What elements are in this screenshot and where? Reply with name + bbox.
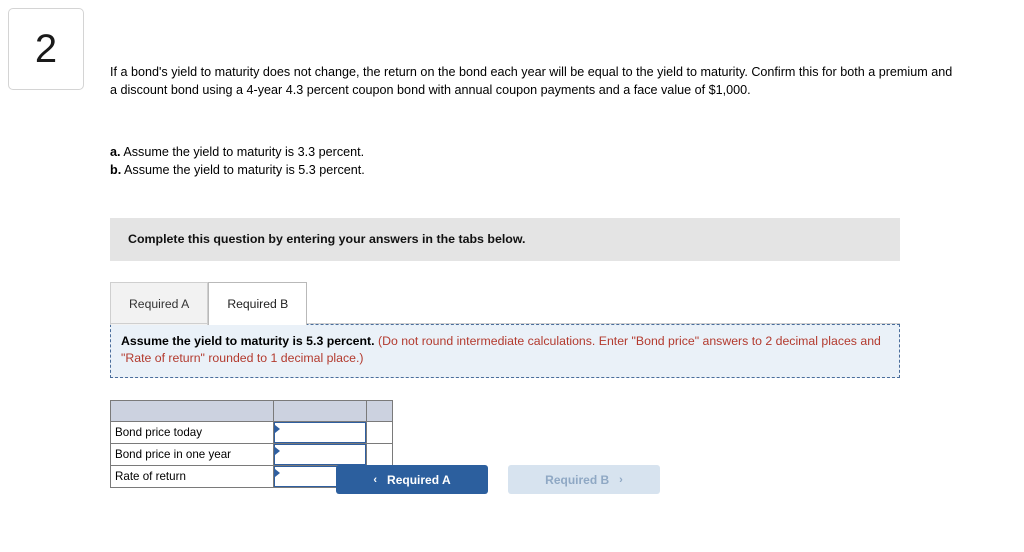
- navigation-buttons: ‹ Required A Required B ›: [336, 465, 660, 494]
- tab-required-a-label: Required A: [129, 296, 190, 311]
- callout-instructions: Assume the yield to maturity is 5.3 perc…: [110, 323, 900, 379]
- row-label-rate-of-return: Rate of return: [110, 465, 274, 489]
- table-row: Bond price in one year: [110, 443, 393, 467]
- question-number: 2: [34, 27, 58, 71]
- required-a-nav-label: Required A: [387, 472, 451, 487]
- table-header-unit: [366, 400, 393, 423]
- row-label-bond-price-today: Bond price today: [110, 421, 274, 445]
- required-b-nav-button[interactable]: Required B ›: [508, 465, 660, 494]
- question-number-box: 2: [8, 8, 84, 90]
- chevron-left-icon: ‹: [373, 473, 378, 486]
- question-prompt: If a bond's yield to maturity does not c…: [110, 65, 953, 97]
- part-b-label: b.: [110, 162, 122, 177]
- part-b-text: Assume the yield to maturity is 5.3 perc…: [124, 162, 365, 177]
- tab-required-b-label: Required B: [227, 296, 289, 311]
- tab-required-b[interactable]: Required B: [208, 281, 308, 325]
- table-header-label: [110, 400, 274, 423]
- table-header-input: [273, 400, 367, 423]
- instruction-bar-text: Complete this question by entering your …: [128, 232, 526, 246]
- chevron-right-icon: ›: [619, 473, 623, 486]
- question-part-a: a. Assume the yield to maturity is 3.3 p…: [110, 144, 1010, 162]
- table-header-row: [110, 400, 393, 423]
- question-parts: a. Assume the yield to maturity is 3.3 p…: [110, 144, 1010, 180]
- question-part-b: b. Assume the yield to maturity is 5.3 p…: [110, 162, 1010, 180]
- required-b-nav-label: Required B: [545, 472, 610, 487]
- tab-required-a[interactable]: Required A: [110, 281, 209, 325]
- row-label-bond-price-in-one-year: Bond price in one year: [110, 443, 274, 467]
- input-cell-bond-price-in-one-year[interactable]: [273, 443, 367, 467]
- row-unit-bond-price-today: [366, 421, 393, 445]
- callout-bold-text: Assume the yield to maturity is 5.3 perc…: [121, 333, 375, 348]
- input-cell-bond-price-today[interactable]: [273, 421, 367, 445]
- table-row: Bond price today: [110, 421, 393, 445]
- instruction-bar: Complete this question by entering your …: [110, 217, 900, 261]
- required-a-nav-button[interactable]: ‹ Required A: [336, 465, 488, 494]
- tab-bar: Required A Required B: [110, 280, 900, 325]
- question-content: If a bond's yield to maturity does not c…: [110, 0, 1010, 489]
- part-a-label: a.: [110, 144, 121, 159]
- bond-price-in-one-year-input[interactable]: [274, 444, 366, 466]
- bond-price-today-input[interactable]: [274, 422, 366, 444]
- row-unit-bond-price-in-one-year: [366, 443, 393, 467]
- part-a-text: Assume the yield to maturity is 3.3 perc…: [123, 144, 365, 159]
